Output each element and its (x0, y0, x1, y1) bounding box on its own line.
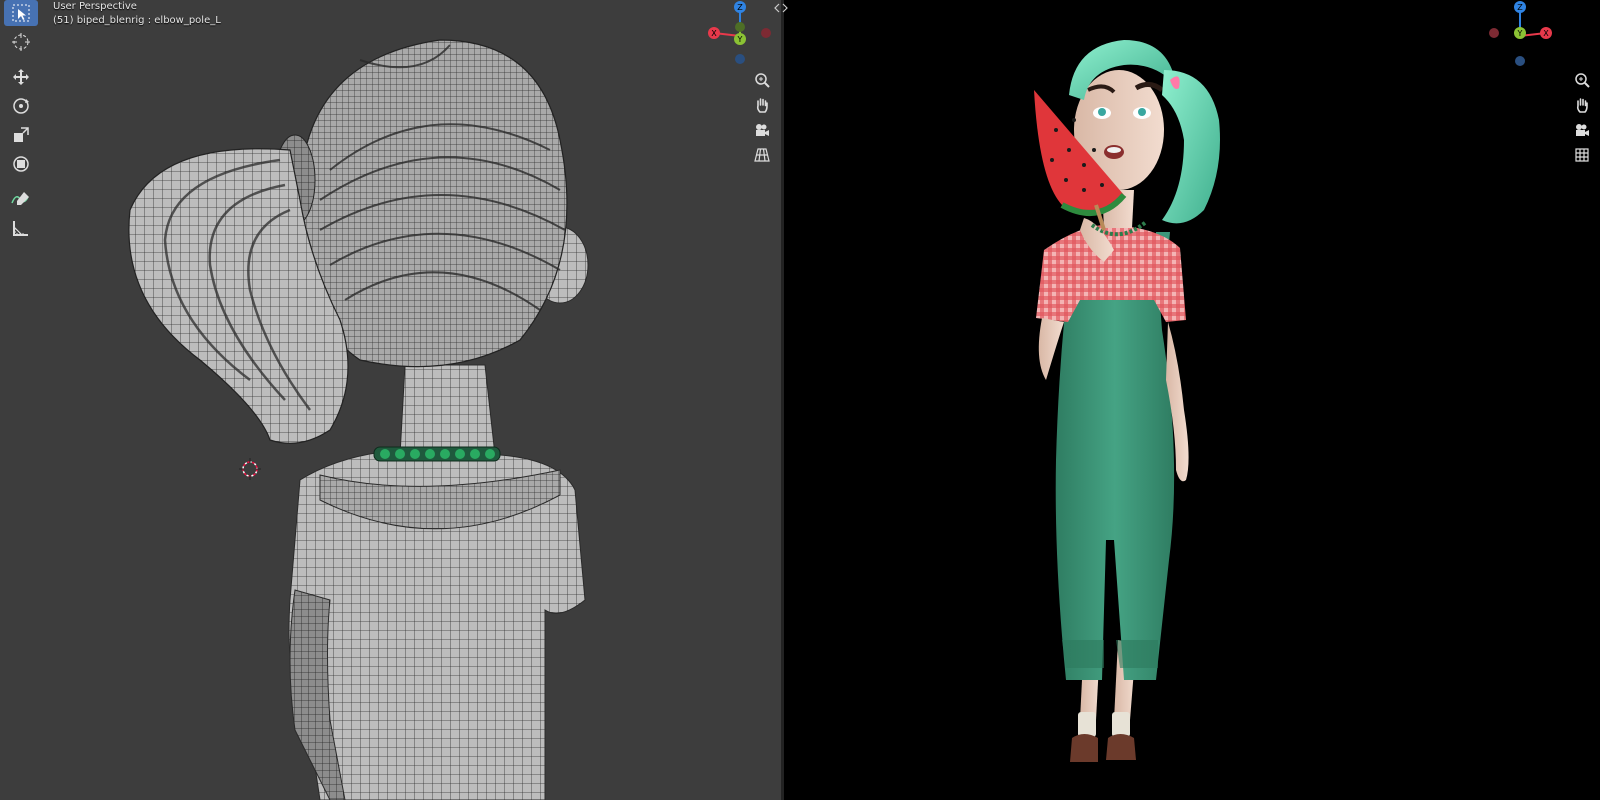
navigation-gizmo-left[interactable]: Z X Y (704, 0, 776, 72)
wireframe-character-render (128, 39, 589, 800)
y-axis-label: Y (737, 35, 743, 44)
camera-view-button[interactable] (1571, 119, 1593, 141)
transform-tool[interactable] (4, 151, 38, 177)
annotate-tool[interactable] (4, 186, 38, 212)
measure-icon (13, 221, 28, 236)
zoom-icon (755, 73, 770, 88)
cursor-tool[interactable] (4, 29, 38, 55)
nav-controls-right (1571, 69, 1593, 169)
annotate-icon (11, 192, 29, 205)
cursor-icon (12, 33, 30, 51)
zoom-button[interactable] (1571, 69, 1593, 91)
viewport-left-wireframe[interactable]: User Perspective (51) biped_blenrig : el… (0, 0, 781, 800)
measure-tool[interactable] (4, 215, 38, 241)
transform-icon (13, 156, 29, 172)
rotate-icon (13, 98, 29, 114)
scale-tool[interactable] (4, 122, 38, 148)
area-split-handle[interactable] (773, 2, 789, 16)
camera-icon (756, 124, 769, 136)
view-mode-label: User Perspective (53, 1, 137, 12)
x-axis-label: X (1543, 29, 1549, 38)
move-icon (13, 69, 29, 85)
tool-shelf (4, 0, 38, 244)
select-box-icon (12, 4, 30, 22)
navigation-gizmo-right[interactable]: Z X Y (1484, 0, 1556, 72)
neg-y-handle[interactable] (735, 22, 745, 32)
split-arrows-icon (774, 3, 788, 13)
viewport-info: User Perspective (51) biped_blenrig : el… (53, 0, 221, 28)
neg-x-handle[interactable] (761, 28, 771, 38)
necklace-beads (373, 446, 501, 462)
z-axis-label: Z (737, 3, 743, 12)
y-axis-label: Y (1517, 29, 1523, 38)
perspective-toggle-button[interactable] (751, 144, 773, 166)
viewport-right-rendered[interactable]: Z X Y (784, 0, 1600, 800)
neg-z-handle[interactable] (735, 54, 745, 64)
3d-cursor[interactable] (239, 458, 261, 480)
camera-view-button[interactable] (751, 119, 773, 141)
zoom-button[interactable] (751, 69, 773, 91)
blender-window: User Perspective (51) biped_blenrig : el… (0, 0, 1600, 800)
scale-icon (14, 127, 29, 142)
pan-hand-icon (756, 98, 768, 113)
grid-icon (1575, 148, 1589, 162)
pan-button[interactable] (1571, 94, 1593, 116)
select-box-tool[interactable] (4, 0, 38, 26)
grid-icon (754, 148, 770, 162)
z-axis-label: Z (1517, 3, 1523, 12)
orthographic-toggle-button[interactable] (1571, 144, 1593, 166)
rotate-tool[interactable] (4, 93, 38, 119)
move-tool[interactable] (4, 64, 38, 90)
pan-button[interactable] (751, 94, 773, 116)
camera-icon (1576, 124, 1589, 136)
zoom-icon (1575, 73, 1590, 88)
neg-z-handle[interactable] (1515, 56, 1525, 66)
neg-x-handle[interactable] (1489, 28, 1499, 38)
pan-hand-icon (1576, 98, 1588, 113)
active-object-label: (51) biped_blenrig : elbow_pole_L (53, 15, 221, 26)
x-axis-label: X (711, 29, 717, 38)
nav-controls-left (751, 69, 773, 169)
rendered-character (1034, 40, 1220, 762)
